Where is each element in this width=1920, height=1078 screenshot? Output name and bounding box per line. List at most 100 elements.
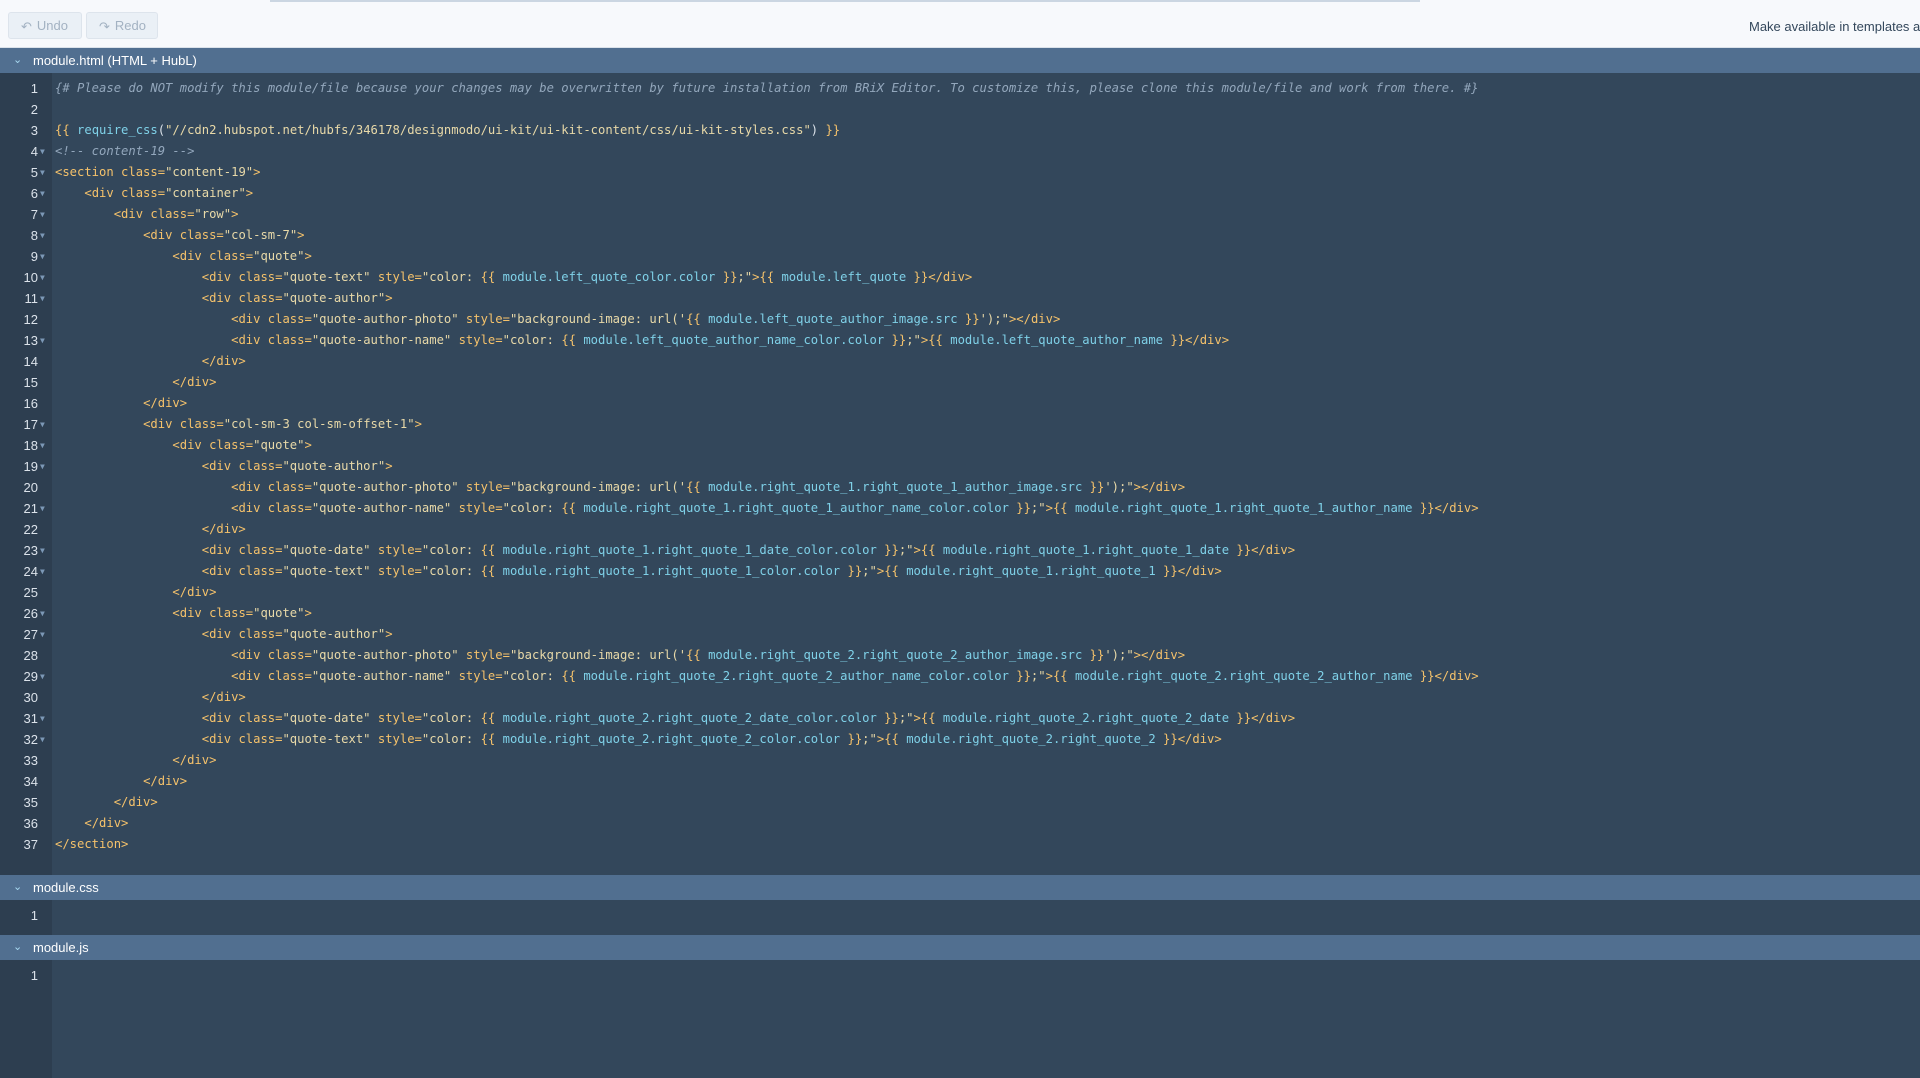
code-token: "color: bbox=[502, 333, 562, 347]
fold-arrow-icon[interactable]: ▼ bbox=[40, 225, 45, 246]
code-line[interactable]: 6 ▼ <div class="container"> bbox=[0, 183, 1920, 204]
code-token: module.right_quote_1.right_quote_1_date bbox=[942, 543, 1230, 557]
code-line[interactable]: 5 ▼ <section class="content-19"> bbox=[0, 162, 1920, 183]
fold-arrow-icon[interactable]: ▼ bbox=[40, 603, 45, 624]
line-number: 30 bbox=[23, 690, 38, 705]
fold-arrow-icon[interactable]: ▼ bbox=[40, 288, 45, 309]
code-token: module.right_quote_1.right_quote_1_autho… bbox=[1074, 501, 1413, 515]
fold-arrow-icon[interactable]: ▼ bbox=[40, 183, 45, 204]
fold-arrow-icon[interactable]: ▼ bbox=[40, 456, 45, 477]
line-number: 23 bbox=[23, 543, 38, 558]
fold-arrow-icon[interactable]: ▼ bbox=[40, 540, 45, 561]
fold-arrow-icon[interactable]: ▼ bbox=[40, 729, 45, 750]
code-line[interactable]: 36 </div> bbox=[0, 813, 1920, 834]
fold-arrow-icon[interactable]: ▼ bbox=[40, 624, 45, 645]
code-line[interactable]: 1 bbox=[0, 905, 1920, 926]
fold-arrow-icon[interactable]: ▼ bbox=[40, 435, 45, 456]
code-line[interactable]: 21 ▼ <div class="quote-author-name" style… bbox=[0, 498, 1920, 519]
chevron-down-icon: ⌄ bbox=[13, 941, 23, 953]
code-token: "quote-author-photo" bbox=[311, 312, 466, 326]
code-line[interactable]: 23 ▼ <div class="quote-date" style="color… bbox=[0, 540, 1920, 561]
code-line[interactable]: 31 ▼ <div class="quote-date" style="color… bbox=[0, 708, 1920, 729]
line-number: 21 bbox=[23, 501, 38, 516]
section-header-module-css[interactable]: ⌄ module.css bbox=[0, 875, 1920, 900]
code-line[interactable]: 26 ▼ <div class="quote"> bbox=[0, 603, 1920, 624]
code-line[interactable]: 7 ▼ <div class="row"> bbox=[0, 204, 1920, 225]
code-line[interactable]: 33 </div> bbox=[0, 750, 1920, 771]
code-line[interactable]: 19 ▼ <div class="quote-author"> bbox=[0, 456, 1920, 477]
code-text: <div class="quote"> bbox=[55, 603, 311, 624]
code-token: }} bbox=[1082, 648, 1105, 662]
code-line[interactable]: 15 </div> bbox=[0, 372, 1920, 393]
code-token: }} bbox=[884, 333, 907, 347]
make-available-label[interactable]: Make available in templates and bbox=[1749, 19, 1920, 34]
undo-button[interactable]: ↶ Undo bbox=[8, 12, 82, 39]
fold-arrow-icon[interactable]: ▼ bbox=[40, 141, 45, 162]
code-line[interactable]: 29 ▼ <div class="quote-author-name" style… bbox=[0, 666, 1920, 687]
code-line[interactable]: 24 ▼ <div class="quote-text" style="color… bbox=[0, 561, 1920, 582]
code-token: ></div> bbox=[1133, 648, 1186, 662]
fold-arrow-icon[interactable]: ▼ bbox=[40, 162, 45, 183]
fold-arrow-icon[interactable]: ▼ bbox=[40, 561, 45, 582]
code-line[interactable]: 30 </div> bbox=[0, 687, 1920, 708]
code-line[interactable]: 9 ▼ <div class="quote"> bbox=[0, 246, 1920, 267]
fold-arrow-icon[interactable]: ▼ bbox=[40, 414, 45, 435]
fold-arrow-icon[interactable]: ▼ bbox=[40, 267, 45, 288]
code-token: module.right_quote_2.right_quote_2 bbox=[906, 732, 1156, 746]
code-line[interactable]: 1 {# Please do NOT modify this module/fil… bbox=[0, 78, 1920, 99]
code-line[interactable]: 16 </div> bbox=[0, 393, 1920, 414]
code-line[interactable]: 14 </div> bbox=[0, 351, 1920, 372]
code-line[interactable]: 22 </div> bbox=[0, 519, 1920, 540]
section-title: module.js bbox=[33, 940, 89, 955]
code-line[interactable]: 10 ▼ <div class="quote-text" style="color… bbox=[0, 267, 1920, 288]
code-line[interactable]: 2 bbox=[0, 99, 1920, 120]
code-token: </div> bbox=[172, 753, 217, 767]
code-token: module.right_quote_1.right_quote_1_autho… bbox=[583, 501, 1009, 515]
fold-arrow-icon[interactable]: ▼ bbox=[40, 246, 45, 267]
code-line[interactable]: 3 {{ require_css("//cdn2.hubspot.net/hubf… bbox=[0, 120, 1920, 141]
code-line[interactable]: 11 ▼ <div class="quote-author"> bbox=[0, 288, 1920, 309]
code-token: {{ bbox=[920, 543, 943, 557]
code-line[interactable]: 17 ▼ <div class="col-sm-3 col-sm-offset-1… bbox=[0, 414, 1920, 435]
code-line[interactable]: 28 <div class="quote-author-photo" style… bbox=[0, 645, 1920, 666]
chevron-down-icon: ⌄ bbox=[13, 881, 23, 893]
fold-arrow-icon[interactable]: ▼ bbox=[40, 708, 45, 729]
code-token: ></div> bbox=[1133, 480, 1186, 494]
code-token: {{ bbox=[1052, 669, 1075, 683]
code-token: <div bbox=[201, 270, 239, 284]
code-line[interactable]: 4 ▼ <!-- content-19 --> bbox=[0, 141, 1920, 162]
code-line[interactable]: 34 </div> bbox=[0, 771, 1920, 792]
code-line[interactable]: 35 </div> bbox=[0, 792, 1920, 813]
code-token: "quote-author" bbox=[282, 627, 386, 641]
code-line[interactable]: 37 </section> bbox=[0, 834, 1920, 855]
code-token: }} bbox=[1229, 543, 1252, 557]
code-line[interactable]: 12 <div class="quote-author-photo" style… bbox=[0, 309, 1920, 330]
redo-button[interactable]: ↷ Redo bbox=[86, 12, 158, 39]
code-line[interactable]: 20 <div class="quote-author-photo" style… bbox=[0, 477, 1920, 498]
code-editor: ⌄ module.html (HTML + HubL) 1 {# Please d… bbox=[0, 48, 1920, 1078]
code-token: <div bbox=[172, 606, 210, 620]
code-line[interactable]: 8 ▼ <div class="col-sm-7"> bbox=[0, 225, 1920, 246]
code-line[interactable]: 18 ▼ <div class="quote"> bbox=[0, 435, 1920, 456]
code-token: "quote-text" bbox=[282, 270, 378, 284]
code-line[interactable]: 32 ▼ <div class="quote-text" style="color… bbox=[0, 729, 1920, 750]
fold-arrow-icon[interactable]: ▼ bbox=[40, 204, 45, 225]
fold-arrow-icon[interactable]: ▼ bbox=[40, 498, 45, 519]
code-token: "container" bbox=[165, 186, 246, 200]
fold-arrow-icon[interactable]: ▼ bbox=[40, 666, 45, 687]
section-header-module-html[interactable]: ⌄ module.html (HTML + HubL) bbox=[0, 48, 1920, 73]
code-line[interactable]: 25 </div> bbox=[0, 582, 1920, 603]
section-header-module-js[interactable]: ⌄ module.js bbox=[0, 935, 1920, 960]
code-line[interactable]: 27 ▼ <div class="quote-author"> bbox=[0, 624, 1920, 645]
code-line[interactable]: 1 bbox=[0, 965, 1920, 986]
code-line[interactable]: 13 ▼ <div class="quote-author-name" style… bbox=[0, 330, 1920, 351]
code-token: </div> bbox=[928, 270, 973, 284]
code-token: class= bbox=[267, 501, 312, 515]
code-token: ;" bbox=[1030, 501, 1046, 515]
fold-arrow-icon[interactable]: ▼ bbox=[40, 330, 45, 351]
